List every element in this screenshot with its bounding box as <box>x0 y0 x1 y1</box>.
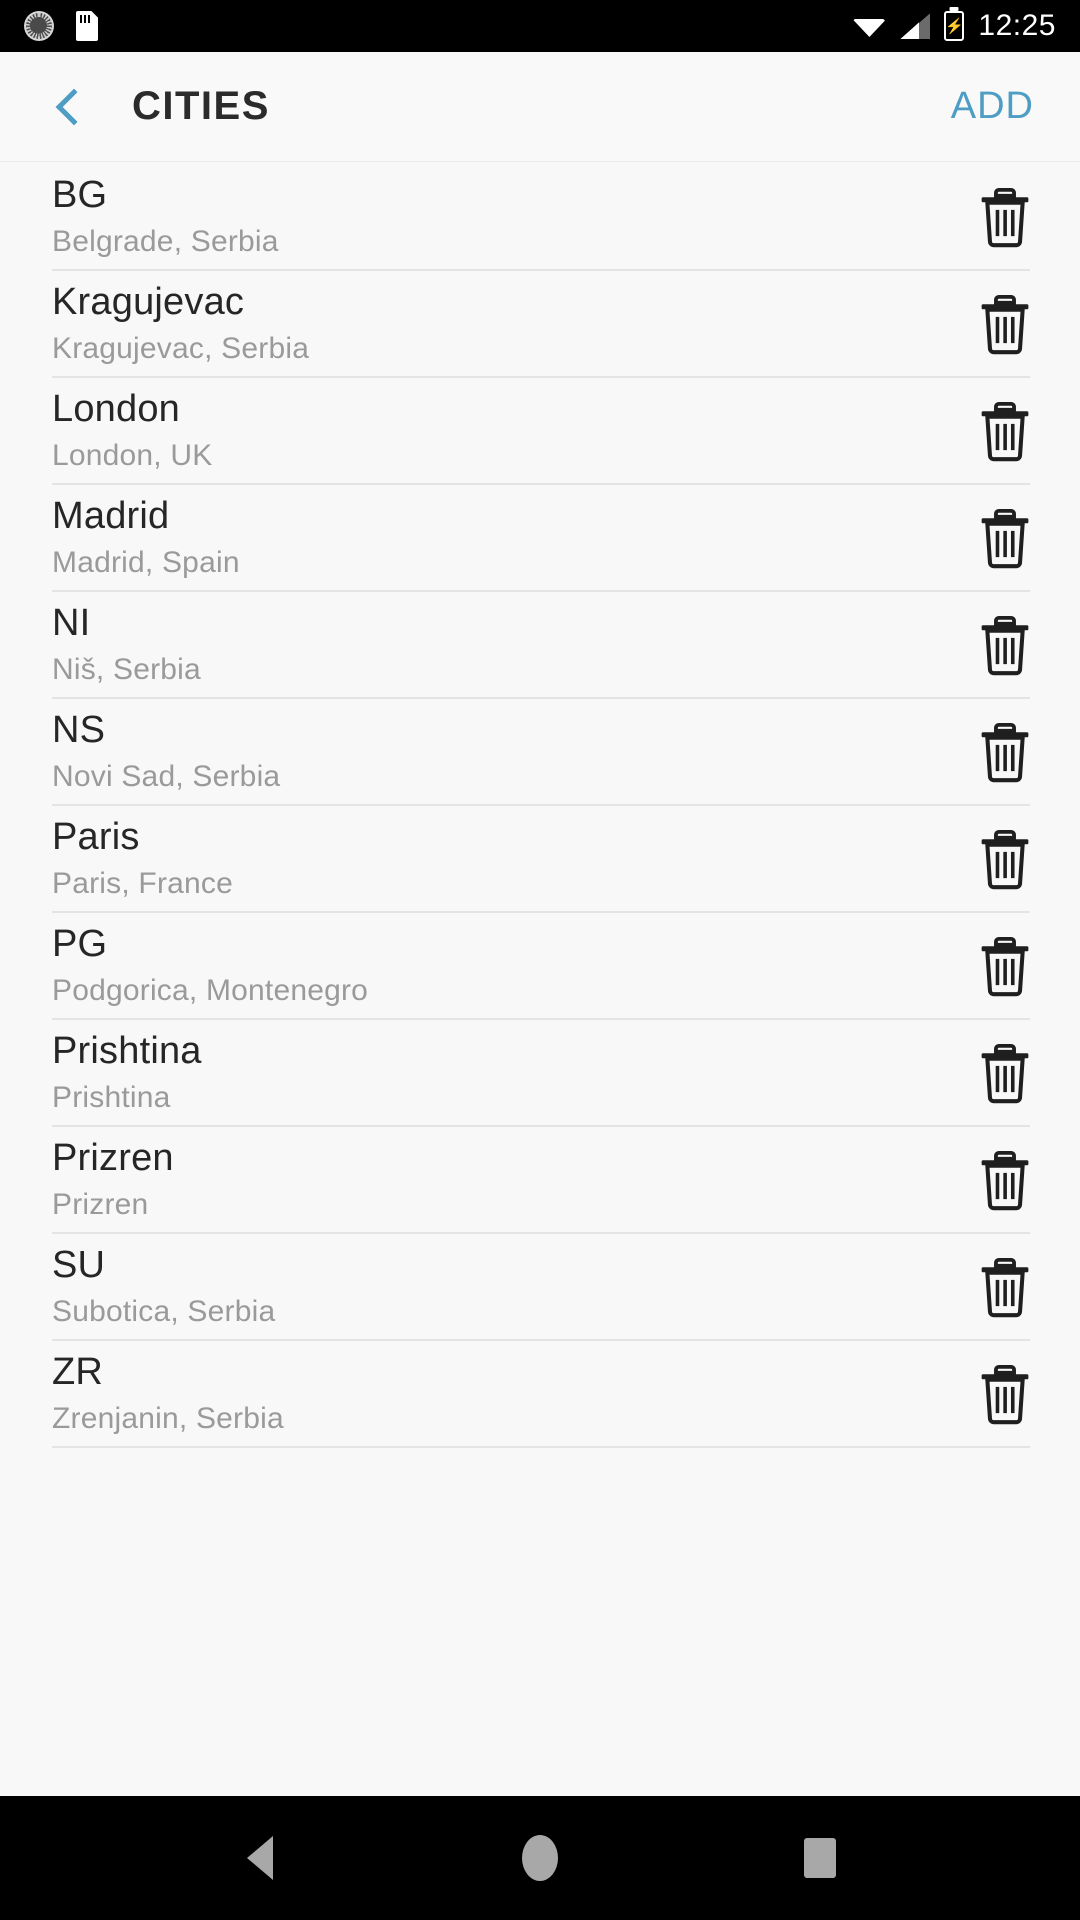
trash-icon[interactable] <box>976 1364 1034 1426</box>
city-title: Madrid <box>52 494 170 537</box>
city-subtitle: Podgorica, Montenegro <box>52 973 369 1007</box>
city-subtitle: Belgrade, Serbia <box>52 224 279 258</box>
status-bar-left-icons <box>24 11 98 41</box>
city-row[interactable]: Prishtina Prishtina <box>0 1020 1080 1127</box>
city-row-texts: PG Podgorica, Montenegro <box>52 922 956 1010</box>
city-subtitle: Prishtina <box>52 1080 171 1114</box>
trash-icon[interactable] <box>976 722 1034 784</box>
city-row-texts: Prizren Prizren <box>52 1136 956 1224</box>
trash-icon[interactable] <box>976 1257 1034 1319</box>
battery-charging-icon <box>944 11 965 41</box>
city-subtitle: Subotica, Serbia <box>52 1294 276 1328</box>
city-title: BG <box>52 173 108 216</box>
trash-icon[interactable] <box>976 294 1034 356</box>
city-subtitle: Niš, Serbia <box>52 652 201 686</box>
trash-icon[interactable] <box>976 615 1034 677</box>
city-title: NI <box>52 601 91 644</box>
city-row[interactable]: NI Niš, Serbia <box>0 592 1080 699</box>
wifi-icon <box>852 13 886 39</box>
city-title: PG <box>52 922 108 965</box>
add-button[interactable]: ADD <box>951 85 1034 128</box>
status-bar-right-icons: 12:25 <box>852 11 1056 41</box>
city-row-texts: ZR Zrenjanin, Serbia <box>52 1350 956 1438</box>
cellular-signal-icon <box>900 13 931 39</box>
city-row[interactable]: SU Subotica, Serbia <box>0 1234 1080 1341</box>
city-subtitle: London, UK <box>52 438 213 472</box>
recents-square-icon <box>804 1838 836 1878</box>
trash-icon[interactable] <box>976 1043 1034 1105</box>
sync-icon <box>24 11 54 41</box>
city-row[interactable]: ZR Zrenjanin, Serbia <box>0 1341 1080 1448</box>
city-row-texts: Paris Paris, France <box>52 815 956 903</box>
city-title: Prizren <box>52 1136 174 1179</box>
city-row[interactable]: PG Podgorica, Montenegro <box>0 913 1080 1020</box>
city-subtitle: Madrid, Spain <box>52 545 240 579</box>
status-bar: 12:25 <box>0 0 1080 52</box>
city-subtitle: Paris, France <box>52 866 233 900</box>
back-triangle-icon <box>247 1836 273 1880</box>
phone-screen: 12:25 CITIES ADD BG Belgrade, Serbia Kragu… <box>0 0 1080 1920</box>
trash-icon[interactable] <box>976 187 1034 249</box>
trash-icon[interactable] <box>976 508 1034 570</box>
cities-list[interactable]: BG Belgrade, Serbia Kragujevac Kragujevac, … <box>0 162 1080 1796</box>
city-row-texts: BG Belgrade, Serbia <box>52 173 956 261</box>
city-row[interactable]: Madrid Madrid, Spain <box>0 485 1080 592</box>
chevron-left-icon <box>55 88 93 125</box>
city-title: Prishtina <box>52 1029 202 1072</box>
system-navigation-bar <box>0 1796 1080 1920</box>
nav-home-button[interactable] <box>485 1803 595 1913</box>
city-row-texts: SU Subotica, Serbia <box>52 1243 956 1331</box>
city-title: NS <box>52 708 106 751</box>
city-row[interactable]: Kragujevac Kragujevac, Serbia <box>0 271 1080 378</box>
city-row[interactable]: London London, UK <box>0 378 1080 485</box>
status-bar-clock: 12:25 <box>978 9 1056 42</box>
city-subtitle: Novi Sad, Serbia <box>52 759 281 793</box>
city-title: London <box>52 387 181 430</box>
city-subtitle: Prizren <box>52 1187 149 1221</box>
city-row-texts: London London, UK <box>52 387 956 475</box>
trash-icon[interactable] <box>976 401 1034 463</box>
city-title: Paris <box>52 815 140 858</box>
city-subtitle: Kragujevac, Serbia <box>52 331 310 365</box>
trash-icon[interactable] <box>976 936 1034 998</box>
nav-back-button[interactable] <box>205 1803 315 1913</box>
trash-icon[interactable] <box>976 829 1034 891</box>
row-divider <box>52 1446 1030 1448</box>
home-circle-icon <box>522 1835 558 1881</box>
city-row[interactable]: Prizren Prizren <box>0 1127 1080 1234</box>
city-row[interactable]: NS Novi Sad, Serbia <box>0 699 1080 806</box>
city-row-texts: NI Niš, Serbia <box>52 601 956 689</box>
city-row-texts: Kragujevac Kragujevac, Serbia <box>52 280 956 368</box>
app-bar: CITIES ADD <box>0 52 1080 162</box>
sd-card-icon <box>76 11 98 41</box>
city-title: ZR <box>52 1350 104 1393</box>
back-button[interactable] <box>46 79 102 135</box>
trash-icon[interactable] <box>976 1150 1034 1212</box>
city-row-texts: Madrid Madrid, Spain <box>52 494 956 582</box>
city-row[interactable]: Paris Paris, France <box>0 806 1080 913</box>
city-title: SU <box>52 1243 106 1286</box>
city-row-texts: NS Novi Sad, Serbia <box>52 708 956 796</box>
city-row-texts: Prishtina Prishtina <box>52 1029 956 1117</box>
city-title: Kragujevac <box>52 280 245 323</box>
city-row[interactable]: BG Belgrade, Serbia <box>0 164 1080 271</box>
nav-recents-button[interactable] <box>765 1803 875 1913</box>
page-title: CITIES <box>132 84 270 128</box>
city-subtitle: Zrenjanin, Serbia <box>52 1401 284 1435</box>
